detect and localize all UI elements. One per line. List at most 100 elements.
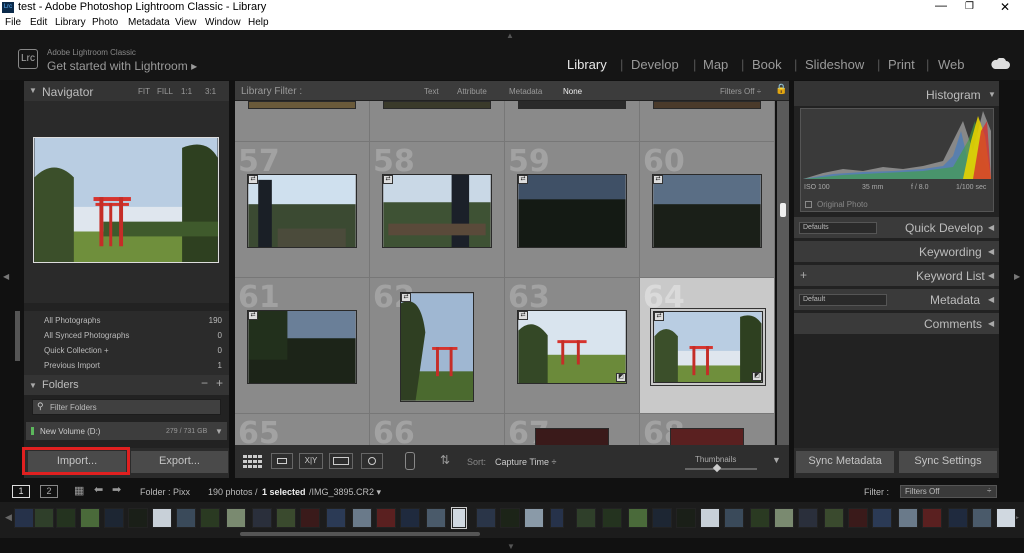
- navigator-header[interactable]: ▼ Navigator FIT FILL 1:1 3:1: [24, 81, 229, 101]
- filter-tab-attribute[interactable]: Attribute: [457, 87, 487, 96]
- filmstrip-thumbnail[interactable]: [524, 508, 544, 528]
- menu-file[interactable]: File: [5, 17, 21, 28]
- folders-header[interactable]: ▼ Folders − +: [24, 375, 229, 395]
- quick-develop-header[interactable]: Defaults Quick Develop ◀: [794, 217, 999, 239]
- filmstrip-left-icon[interactable]: ◀: [5, 512, 12, 523]
- module-slideshow[interactable]: Slideshow: [805, 57, 864, 72]
- menu-photo[interactable]: Photo: [92, 17, 118, 28]
- left-panel-toggle-icon[interactable]: ◀: [3, 272, 9, 281]
- module-library[interactable]: Library: [567, 57, 607, 72]
- survey-view-icon[interactable]: [329, 453, 353, 469]
- left-scrollbar[interactable]: [15, 311, 20, 361]
- filmstrip-thumbnail[interactable]: [276, 508, 296, 528]
- back-arrow-icon[interactable]: ⬅: [94, 483, 103, 496]
- top-panel-toggle-icon[interactable]: ▲: [506, 31, 514, 40]
- filmstrip-thumbnail[interactable]: [948, 508, 968, 528]
- menu-window[interactable]: Window: [205, 17, 241, 28]
- saved-preset-dropdown[interactable]: Defaults: [799, 222, 877, 234]
- filmstrip-thumbnail[interactable]: [400, 508, 420, 528]
- sync-settings-button[interactable]: Sync Settings: [899, 451, 997, 473]
- filter-tab-text[interactable]: Text: [424, 87, 439, 96]
- grid-cell[interactable]: 67: [505, 414, 640, 445]
- filmstrip-scrollbar[interactable]: [240, 532, 480, 536]
- add-folder-button[interactable]: +: [216, 376, 223, 390]
- grid-cell[interactable]: 62 ⇄: [370, 278, 505, 414]
- filmstrip-thumbnail[interactable]: [128, 508, 148, 528]
- filmstrip-thumbnail[interactable]: [996, 508, 1016, 528]
- zoom-fit[interactable]: FIT: [138, 87, 150, 96]
- filmstrip-thumbnail[interactable]: [200, 508, 220, 528]
- volume-row[interactable]: New Volume (D:) 279 / 731 GB ▼: [26, 422, 227, 440]
- filmstrip-thumbnail[interactable]: [426, 508, 446, 528]
- filmstrip-thumbnail[interactable]: [300, 508, 320, 528]
- grid-view-icon[interactable]: [243, 455, 263, 469]
- filmstrip-thumbnail[interactable]: [176, 508, 196, 528]
- filmstrip-thumbnail[interactable]: [676, 508, 696, 528]
- grid-cell[interactable]: 58 ⇄: [370, 142, 505, 278]
- filmstrip-thumbnail[interactable]: [451, 507, 467, 529]
- filmstrip-thumbnail[interactable]: [652, 508, 672, 528]
- catalog-item-synced[interactable]: All Synced Photographs 0: [44, 331, 224, 340]
- right-panel-toggle-icon[interactable]: ▶: [1014, 272, 1020, 281]
- filmstrip-thumbnail[interactable]: [872, 508, 892, 528]
- menu-help[interactable]: Help: [248, 17, 269, 28]
- bottom-panel-toggle-icon[interactable]: ▼: [507, 542, 515, 551]
- filmstrip-thumbnail[interactable]: [774, 508, 794, 528]
- selected-filename[interactable]: /IMG_3895.CR2 ▾: [309, 487, 381, 498]
- grid-scrollbar[interactable]: [777, 101, 789, 445]
- forward-arrow-icon[interactable]: ➡: [112, 483, 121, 496]
- filmstrip-thumbnail[interactable]: [824, 508, 844, 528]
- filters-off-dropdown[interactable]: Filters Off ÷: [720, 87, 761, 96]
- spray-can-icon[interactable]: [405, 452, 415, 470]
- filmstrip-thumbnail[interactable]: [226, 508, 246, 528]
- sort-direction-icon[interactable]: ⇅: [440, 453, 450, 467]
- filmstrip-thumbnail[interactable]: [724, 508, 744, 528]
- comments-header[interactable]: Comments ◀: [794, 313, 999, 335]
- module-web[interactable]: Web: [938, 57, 965, 72]
- filmstrip-thumbnail[interactable]: [798, 508, 818, 528]
- module-book[interactable]: Book: [752, 57, 782, 72]
- menu-library[interactable]: Library: [55, 17, 86, 28]
- filmstrip-thumbnail[interactable]: [700, 508, 720, 528]
- grid-scroll-thumb[interactable]: [780, 203, 786, 217]
- filter-tab-none[interactable]: None: [563, 87, 582, 96]
- cloud-icon[interactable]: [990, 58, 1010, 70]
- menu-view[interactable]: View: [175, 17, 197, 28]
- catalog-item-previous[interactable]: Previous Import 1: [44, 361, 224, 370]
- filmstrip-thumbnail[interactable]: [252, 508, 272, 528]
- filmstrip-thumbnail[interactable]: [14, 508, 34, 528]
- filmstrip-thumbnail[interactable]: [34, 508, 54, 528]
- close-icon[interactable]: ✕: [1000, 0, 1010, 14]
- keywording-header[interactable]: Keywording ◀: [794, 241, 999, 263]
- get-started-link[interactable]: Get started with Lightroom ▸: [47, 59, 197, 73]
- remove-folder-button[interactable]: −: [201, 376, 208, 390]
- grid-icon[interactable]: ▦: [74, 484, 84, 497]
- primary-window-button[interactable]: 1: [12, 485, 30, 498]
- maximize-icon[interactable]: ❐: [965, 1, 974, 12]
- filmstrip-thumbnail[interactable]: [326, 508, 346, 528]
- filmstrip-thumbnail[interactable]: [56, 508, 76, 528]
- grid-cell[interactable]: 66: [370, 414, 505, 445]
- filmstrip-thumbnail[interactable]: [750, 508, 770, 528]
- sort-dropdown[interactable]: Capture Time ÷: [495, 457, 556, 467]
- navigator-preview[interactable]: [24, 101, 229, 303]
- people-view-icon[interactable]: [361, 453, 383, 469]
- grid-cell[interactable]: 65: [235, 414, 370, 445]
- folders-filter-input[interactable]: ⚲ Filter Folders: [32, 399, 221, 415]
- filmstrip-thumbnail[interactable]: [602, 508, 622, 528]
- secondary-window-button[interactable]: 2: [40, 485, 58, 498]
- export-button[interactable]: Export...: [131, 451, 228, 473]
- filmstrip-thumbnail[interactable]: [628, 508, 648, 528]
- lock-icon[interactable]: 🔒: [775, 84, 787, 95]
- filmstrip-thumbnail[interactable]: [476, 508, 496, 528]
- grid-cell-selected[interactable]: 64 ⇄ ◩: [640, 278, 775, 414]
- filmstrip-thumbnail[interactable]: [922, 508, 942, 528]
- module-map[interactable]: Map: [703, 57, 728, 72]
- grid-cell[interactable]: 61 ⇄: [235, 278, 370, 414]
- filmstrip-thumbnail[interactable]: [352, 508, 372, 528]
- grid-cell[interactable]: 60 ⇄: [640, 142, 775, 278]
- filmstrip-thumbnail[interactable]: [104, 508, 124, 528]
- catalog-item-all[interactable]: All Photographs 190: [44, 316, 224, 325]
- filmstrip-thumbnail[interactable]: [376, 508, 396, 528]
- filmstrip-thumbnail[interactable]: [972, 508, 992, 528]
